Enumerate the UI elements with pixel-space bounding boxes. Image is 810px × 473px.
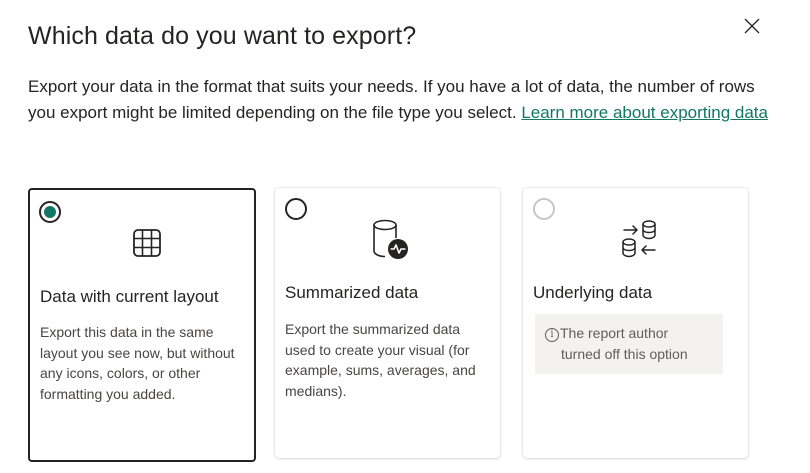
option-card-summarized[interactable]: Summarized data Export the summarized da… [275, 188, 500, 458]
close-button[interactable] [738, 12, 766, 40]
option-description: Export the summarized data used to creat… [285, 321, 476, 399]
export-data-dialog: Which data do you want to export? Export… [0, 0, 810, 473]
database-swap-icon [622, 220, 656, 258]
radio-summarized[interactable] [285, 198, 307, 220]
table-grid-icon [133, 229, 161, 257]
learn-more-link[interactable]: Learn more about exporting data [521, 103, 768, 122]
info-icon: i [545, 328, 559, 342]
option-description: Export this data in the same layout you … [40, 324, 235, 402]
option-title: Data with current layout [40, 287, 219, 306]
disabled-note: i The report author turned off this optio… [535, 314, 723, 374]
radio-underlying[interactable] [533, 198, 555, 220]
option-title: Summarized data [285, 283, 419, 302]
database-activity-icon [373, 219, 408, 259]
close-icon [744, 18, 760, 34]
option-card-underlying[interactable]: Underlying data i The report author turne… [523, 188, 748, 458]
option-card-current-layout[interactable]: Data with current layout Export this dat… [28, 188, 256, 462]
radio-current-layout[interactable] [39, 201, 61, 223]
dialog-title: Which data do you want to export? [28, 22, 417, 50]
disabled-note-line1: The report author [560, 325, 669, 341]
disabled-note-line2: turned off this option [561, 346, 688, 362]
dialog-description: Export your data in the format that suit… [28, 74, 768, 125]
option-title: Underlying data [533, 283, 653, 302]
